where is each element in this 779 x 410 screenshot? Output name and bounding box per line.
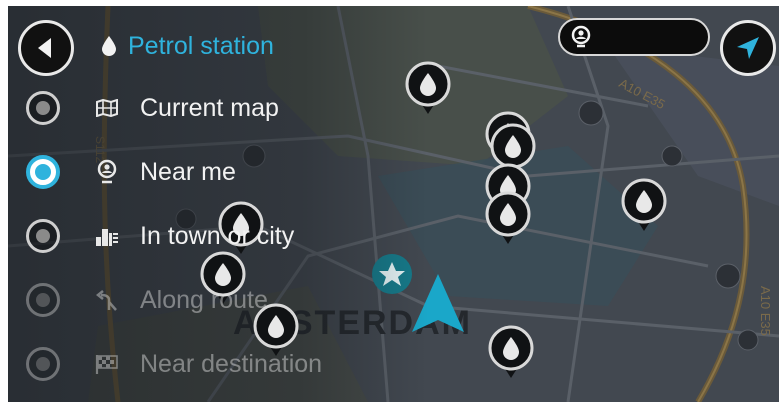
option-in-town-or-city[interactable]: In town or city xyxy=(26,214,346,258)
route-turn-icon xyxy=(92,285,122,315)
radio-button xyxy=(26,347,60,381)
option-near-me[interactable]: Near me xyxy=(26,150,346,194)
location-pin-icon xyxy=(571,25,591,48)
location-pin-icon xyxy=(92,157,122,187)
app-frame: A10 E35 A10 E35 S112 AMSTERDAM xyxy=(8,6,779,402)
page-title: Petrol station xyxy=(100,30,274,62)
option-label: Near destination xyxy=(140,349,323,378)
back-button[interactable] xyxy=(18,20,74,76)
checkered-flag-icon xyxy=(92,349,122,379)
option-near-destination: Near destination xyxy=(26,342,346,386)
radio-button xyxy=(26,283,60,317)
radio-button[interactable] xyxy=(26,219,60,253)
option-along-route: Along route xyxy=(26,278,346,322)
navigation-arrow-icon xyxy=(737,37,759,59)
search-location-button[interactable] xyxy=(558,18,710,56)
option-label: Near me xyxy=(140,157,236,186)
map-icon xyxy=(92,93,122,123)
navigation-button[interactable] xyxy=(720,20,776,76)
city-buildings-icon xyxy=(92,221,122,251)
title-text: Petrol station xyxy=(128,31,274,60)
road-label: A10 E35 xyxy=(758,286,773,336)
option-label: In town or city xyxy=(140,221,295,250)
back-arrow-icon xyxy=(38,38,51,58)
radio-button-selected[interactable] xyxy=(26,155,60,189)
fuel-drop-icon xyxy=(102,36,116,56)
option-label: Current map xyxy=(140,93,279,122)
option-label: Along route xyxy=(140,285,268,314)
option-current-map[interactable]: Current map xyxy=(26,86,346,130)
radio-button[interactable] xyxy=(26,91,60,125)
